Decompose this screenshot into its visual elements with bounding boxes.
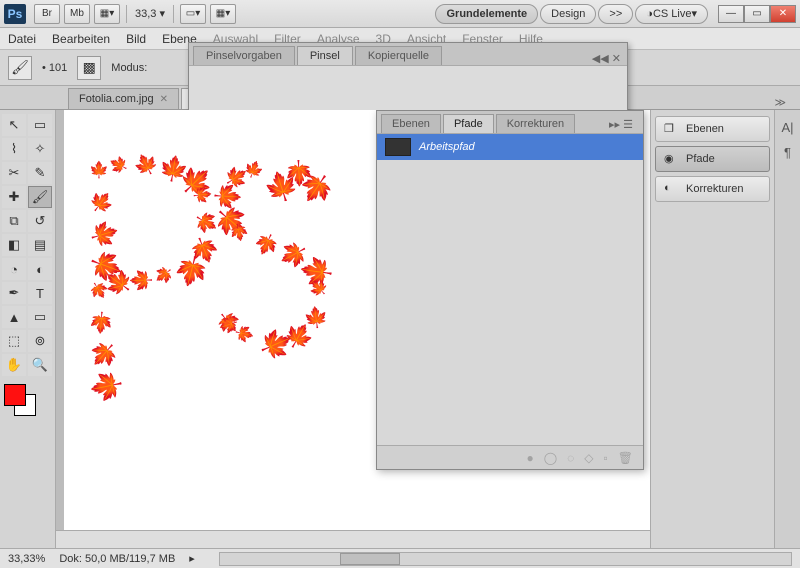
menu-bild[interactable]: Bild	[126, 32, 146, 46]
panel-menu-icon[interactable]: ▸▸ ☰	[603, 116, 639, 133]
fill-path-icon[interactable]: ●	[526, 451, 533, 465]
zoom-value[interactable]: 33,3	[135, 8, 156, 20]
menu-datei[interactable]: Datei	[8, 32, 36, 46]
shape-tool[interactable]: ▭	[28, 306, 52, 328]
status-bar: 33,33% Dok: 50,0 MB/119,7 MB ▸	[0, 548, 800, 568]
tab-korrekturen[interactable]: Korrekturen	[496, 114, 575, 133]
window-maximize[interactable]: ▭	[744, 5, 770, 23]
paths-icon: ◉	[664, 152, 678, 166]
tab-kopierquelle[interactable]: Kopierquelle	[355, 46, 442, 65]
gradient-tool[interactable]: ▤	[28, 234, 52, 256]
eyedropper-tool[interactable]: ✎	[28, 162, 52, 184]
stamp-tool[interactable]: ⧉	[2, 210, 26, 232]
dock-korrekturen[interactable]: ◐Korrekturen	[655, 176, 770, 202]
heal-tool[interactable]: ✚	[2, 186, 26, 208]
dock-ebenen[interactable]: ❐Ebenen	[655, 116, 770, 142]
paragraph-panel-icon[interactable]: ¶	[784, 145, 791, 160]
arrange-button[interactable]: ▭▾	[180, 4, 206, 24]
window-close[interactable]: ✕	[770, 5, 796, 23]
color-swatches[interactable]	[2, 384, 42, 420]
toolbox: ↖▭ ⌇✧ ✂✎ ✚🖌 ⧉↺ ◧▤ ◔◐ ✒T ▲▭ ⬚⊚ ✋🔍	[0, 110, 56, 548]
bridge-button[interactable]: Br	[34, 4, 60, 24]
tab-pfade[interactable]: Pfade	[443, 114, 494, 133]
screenmode-button[interactable]: ▦▾	[94, 4, 120, 24]
eraser-tool[interactable]: ◧	[2, 234, 26, 256]
path-select-tool[interactable]: ▲	[2, 306, 26, 328]
blur-tool[interactable]: ◔	[2, 258, 26, 280]
hand-tool[interactable]: ✋	[2, 354, 26, 376]
paths-panel[interactable]: Ebenen Pfade Korrekturen ▸▸ ☰ Arbeitspfa…	[376, 110, 644, 470]
tab-overflow[interactable]: ≫	[760, 96, 800, 109]
brush-preset[interactable]: • 101	[42, 62, 67, 74]
status-doc-info[interactable]: Dok: 50,0 MB/119,7 MB	[59, 553, 175, 565]
new-path-icon[interactable]: ▫	[604, 451, 608, 465]
workspace-design[interactable]: Design	[540, 4, 596, 24]
move-tool[interactable]: ↖	[2, 114, 26, 136]
type-tool[interactable]: T	[28, 282, 52, 304]
canvas-area: 🍁🍁🍁🍁🍁🍁🍁🍁🍁🍁🍁🍁🍁🍁🍁🍁🍁🍁🍁🍁🍁🍁🍁🍁🍁🍁🍁🍁🍁🍁🍁🍁🍁🍁🍁🍁🍁 Eb…	[56, 110, 650, 548]
path-item-arbeitspfad[interactable]: Arbeitspfad	[377, 134, 643, 160]
camera-tool[interactable]: ⊚	[28, 330, 52, 352]
brush-tool[interactable]: 🖌	[28, 186, 52, 208]
foreground-color[interactable]	[4, 384, 26, 406]
tab-ebenen[interactable]: Ebenen	[381, 114, 441, 133]
app-logo: Ps	[4, 4, 26, 24]
horizontal-scrollbar[interactable]	[56, 530, 650, 548]
menu-bearbeiten[interactable]: Bearbeiten	[52, 32, 110, 46]
tab-pinsel[interactable]: Pinsel	[297, 46, 353, 65]
tab-pinselvorgaben[interactable]: Pinselvorgaben	[193, 46, 295, 65]
brush-panel-toggle[interactable]: ▩	[77, 56, 101, 80]
selection-to-path-icon[interactable]: ◇	[584, 451, 593, 465]
doc-tab-fotolia[interactable]: Fotolia.com.jpg✕	[68, 88, 179, 109]
dock-pfade[interactable]: ◉Pfade	[655, 146, 770, 172]
extras-button[interactable]: ▦▾	[210, 4, 236, 24]
mode-label: Modus:	[111, 62, 147, 74]
delete-path-icon[interactable]: 🗑	[618, 451, 633, 465]
tool-preset-icon[interactable]: 🖌	[8, 56, 32, 80]
window-minimize[interactable]: —	[718, 5, 744, 23]
workspace-more[interactable]: >>	[598, 4, 633, 24]
crop-tool[interactable]: ✂	[2, 162, 26, 184]
path-to-selection-icon[interactable]: ◌	[567, 451, 574, 465]
layers-icon: ❐	[664, 122, 678, 136]
marquee-tool[interactable]: ▭	[28, 114, 52, 136]
close-icon[interactable]: ✕	[160, 94, 168, 105]
wand-tool[interactable]: ✧	[28, 138, 52, 160]
history-brush-tool[interactable]: ↺	[28, 210, 52, 232]
title-bar: Ps Br Mb ▦▾ 33,3 ▾ ▭▾ ▦▾ Grundelemente D…	[0, 0, 800, 28]
workspace-grundelemente[interactable]: Grundelemente	[435, 4, 538, 24]
path-thumbnail	[385, 138, 411, 156]
panel-collapse-icon[interactable]: ◀◀ ✕	[586, 52, 627, 65]
lasso-tool[interactable]: ⌇	[2, 138, 26, 160]
character-panel-icon[interactable]: A|	[781, 120, 793, 135]
minibridge-button[interactable]: Mb	[64, 4, 90, 24]
dodge-tool[interactable]: ◐	[28, 258, 52, 280]
status-zoom[interactable]: 33,33%	[8, 553, 45, 565]
adjustments-icon: ◐	[664, 182, 678, 196]
zoom-tool[interactable]: 🔍	[28, 354, 52, 376]
status-scrollbar[interactable]	[219, 552, 792, 566]
cslive-button[interactable]: ◑ CS Live ▾	[635, 4, 708, 24]
pen-tool[interactable]: ✒	[2, 282, 26, 304]
stroke-path-icon[interactable]: ◯	[544, 451, 557, 465]
brush-floating-panel[interactable]: Pinselvorgaben Pinsel Kopierquelle ◀◀ ✕	[188, 42, 628, 120]
right-dock: ❐Ebenen ◉Pfade ◐Korrekturen A| ¶	[650, 110, 800, 548]
paths-panel-footer: ● ◯ ◌ ◇ ▫ 🗑	[377, 445, 643, 469]
3d-tool[interactable]: ⬚	[2, 330, 26, 352]
